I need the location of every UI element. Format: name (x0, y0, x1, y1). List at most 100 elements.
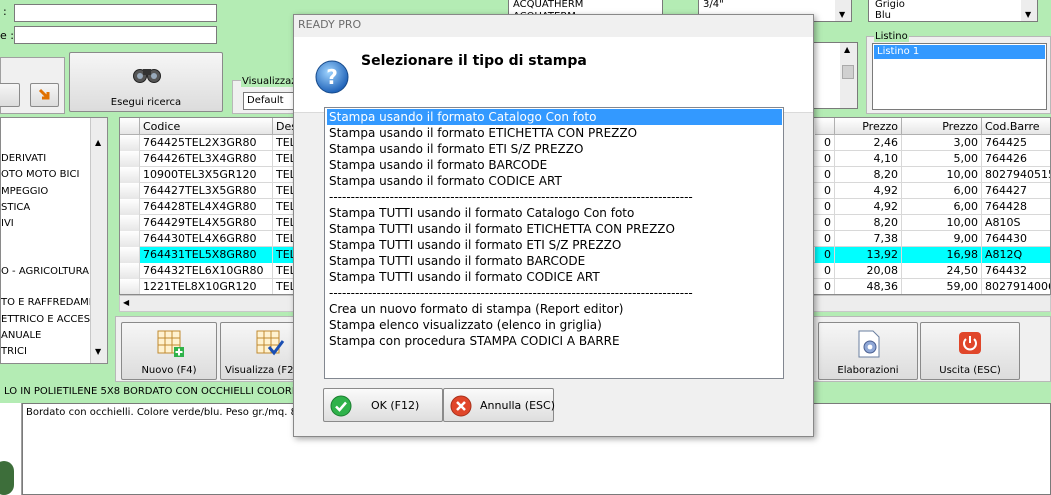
row-selector[interactable] (120, 151, 140, 167)
tree-item[interactable]: DERIVATI (1, 153, 46, 164)
grid-cell-barre[interactable]: 764426 (982, 151, 1050, 167)
tree-scrollbar[interactable]: ▲ ▼ (90, 118, 107, 363)
size-list-scrollbar[interactable]: ▼ (835, 0, 851, 21)
grid-header-prezzo2[interactable]: Prezzo (902, 118, 982, 135)
row-selector[interactable] (120, 263, 140, 279)
print-option[interactable]: Stampa usando il formato BARCODE (327, 157, 782, 173)
listino-item-1[interactable]: Listino 1 (874, 45, 1045, 59)
grid-cell-prezzo2[interactable]: 24,50 (902, 263, 982, 279)
row-selector[interactable] (120, 183, 140, 199)
grid-cell-codice[interactable]: 764432TEL6X10GR80 (140, 263, 273, 279)
color-list[interactable]: Grigio Blu ▼ (868, 0, 1038, 22)
mid-list-scrollbar[interactable]: ▲ (840, 43, 857, 108)
grid-cell-barre[interactable]: 764427 (982, 183, 1050, 199)
grid-cell-barre[interactable]: 764425 (982, 135, 1050, 151)
grid-cell-barre[interactable]: A812Q (982, 247, 1050, 263)
grid-cell-c3[interactable]: 0 (815, 135, 835, 151)
search-button[interactable]: Esegui ricerca (69, 52, 223, 112)
print-option[interactable]: Stampa con procedura STAMPA CODICI A BAR… (327, 333, 782, 349)
grid-cell-c3[interactable]: 0 (815, 215, 835, 231)
print-option[interactable]: Stampa TUTTI usando il formato CODICE AR… (327, 269, 782, 285)
text-field-2[interactable] (14, 26, 217, 44)
grid-cell-codice[interactable]: 764428TEL4X4GR80 (140, 199, 273, 215)
grid-cell-c3[interactable]: 0 (815, 151, 835, 167)
grid-cell-codice[interactable]: 764431TEL5X8GR80 (140, 247, 273, 263)
grid-cell-prezzo1[interactable]: 2,46 (835, 135, 902, 151)
visualizza-button[interactable]: Visualizza (F2 (220, 322, 296, 380)
grid-cell-prezzo2[interactable]: 16,98 (902, 247, 982, 263)
grid-cell-c3[interactable]: 0 (815, 199, 835, 215)
listino-list[interactable]: Listino 1 (872, 43, 1047, 110)
grid-cell-c3[interactable]: 0 (815, 167, 835, 183)
print-option[interactable]: Stampa usando il formato ETICHETTA CON P… (327, 125, 782, 141)
ok-button[interactable]: OK (F12) (323, 388, 443, 422)
tree-item[interactable]: STICA (1, 202, 30, 213)
row-selector[interactable] (120, 167, 140, 183)
text-field-1[interactable] (14, 4, 217, 22)
grid-cell-prezzo2[interactable]: 6,00 (902, 199, 982, 215)
grid-cell-c3[interactable]: 0 (815, 183, 835, 199)
print-options-list[interactable]: Stampa usando il formato Catalogo Con fo… (324, 107, 784, 379)
grid-cell-prezzo2[interactable]: 3,00 (902, 135, 982, 151)
tree-item[interactable]: ANUALE (1, 330, 41, 341)
tree-item[interactable]: OTO MOTO BICI (1, 169, 79, 180)
grid-cell-prezzo1[interactable]: 20,08 (835, 263, 902, 279)
tree-item[interactable]: TRICI (1, 346, 27, 357)
print-option[interactable]: Stampa TUTTI usando il formato ETICHETTA… (327, 221, 782, 237)
grid-cell-prezzo2[interactable]: 59,00 (902, 279, 982, 294)
grid-header-codice[interactable]: Codice (140, 118, 273, 135)
scroll-thumb[interactable] (842, 65, 854, 79)
grid-cell-prezzo1[interactable]: 8,20 (835, 167, 902, 183)
grid-cell-c3[interactable]: 0 (815, 279, 835, 294)
visualizzazione-select[interactable]: Default (243, 92, 298, 110)
grid-cell-prezzo2[interactable]: 9,00 (902, 231, 982, 247)
grid-cell-prezzo2[interactable]: 10,00 (902, 167, 982, 183)
grid-cell-prezzo1[interactable]: 48,36 (835, 279, 902, 294)
grid-cell-barre[interactable]: A810S (982, 215, 1050, 231)
color-list-scrollbar[interactable]: ▼ (1021, 0, 1037, 21)
grid-cell-codice[interactable]: 764430TEL4X6GR80 (140, 231, 273, 247)
grid-cell-codice[interactable]: 10900TEL3X5GR120 (140, 167, 273, 183)
print-option[interactable]: Stampa usando il formato Catalogo Con fo… (327, 109, 782, 125)
grid-cell-c3[interactable]: 0 (815, 247, 835, 263)
arrow-button[interactable] (30, 83, 59, 107)
grid-cell-prezzo2[interactable]: 5,00 (902, 151, 982, 167)
print-option[interactable]: Stampa TUTTI usando il formato Catalogo … (327, 205, 782, 221)
row-selector[interactable] (120, 247, 140, 263)
brand-item-1[interactable]: ACQUATHERM (513, 0, 583, 10)
mid-list-box[interactable]: ▲ (812, 42, 858, 109)
grid-cell-prezzo1[interactable]: 4,92 (835, 199, 902, 215)
print-option[interactable]: Crea un nuovo formato di stampa (Report … (327, 301, 782, 317)
grid-cell-c3[interactable]: 0 (815, 231, 835, 247)
grid-cell-prezzo2[interactable]: 10,00 (902, 215, 982, 231)
grid-header-codbarre[interactable]: Cod.Barre (982, 118, 1050, 135)
tree-item[interactable]: ETTRICO E ACCESS (1, 314, 96, 325)
elaborazioni-button[interactable]: Elaborazioni (818, 322, 918, 380)
grid-cell-barre[interactable]: 764430 (982, 231, 1050, 247)
tree-item[interactable]: O - AGRICOLTURA (1, 266, 89, 277)
tree-item[interactable]: MPEGGIO (1, 186, 48, 197)
print-option[interactable]: Stampa TUTTI usando il formato BARCODE (327, 253, 782, 269)
grid-header-col3[interactable] (815, 118, 835, 135)
row-selector[interactable] (120, 215, 140, 231)
row-selector[interactable] (120, 231, 140, 247)
print-option[interactable]: Stampa TUTTI usando il formato ETI S/Z P… (327, 237, 782, 253)
grid-cell-barre[interactable]: 764428 (982, 199, 1050, 215)
color-item-2[interactable]: Blu (875, 10, 891, 21)
grid-cell-codice[interactable]: 764427TEL3X5GR80 (140, 183, 273, 199)
grid-cell-prezzo1[interactable]: 8,20 (835, 215, 902, 231)
grid-cell-c3[interactable]: 0 (815, 263, 835, 279)
print-option[interactable]: Stampa usando il formato ETI S/Z PREZZO (327, 141, 782, 157)
row-selector[interactable] (120, 135, 140, 151)
grid-cell-barre[interactable]: 764432 (982, 263, 1050, 279)
row-selector[interactable] (120, 199, 140, 215)
row-selector[interactable] (120, 279, 140, 294)
grid-cell-prezzo1[interactable]: 4,10 (835, 151, 902, 167)
grid-cell-barre[interactable]: 802791400652 (982, 279, 1050, 294)
left-small-button[interactable] (0, 83, 20, 107)
size-item-1[interactable]: 3/4" (703, 0, 724, 10)
grid-cell-prezzo1[interactable]: 13,92 (835, 247, 902, 263)
color-item-1[interactable]: Grigio (875, 0, 905, 10)
grid-cell-codice[interactable]: 764425TEL2X3GR80 (140, 135, 273, 151)
nuovo-button[interactable]: Nuovo (F4) (121, 322, 217, 380)
